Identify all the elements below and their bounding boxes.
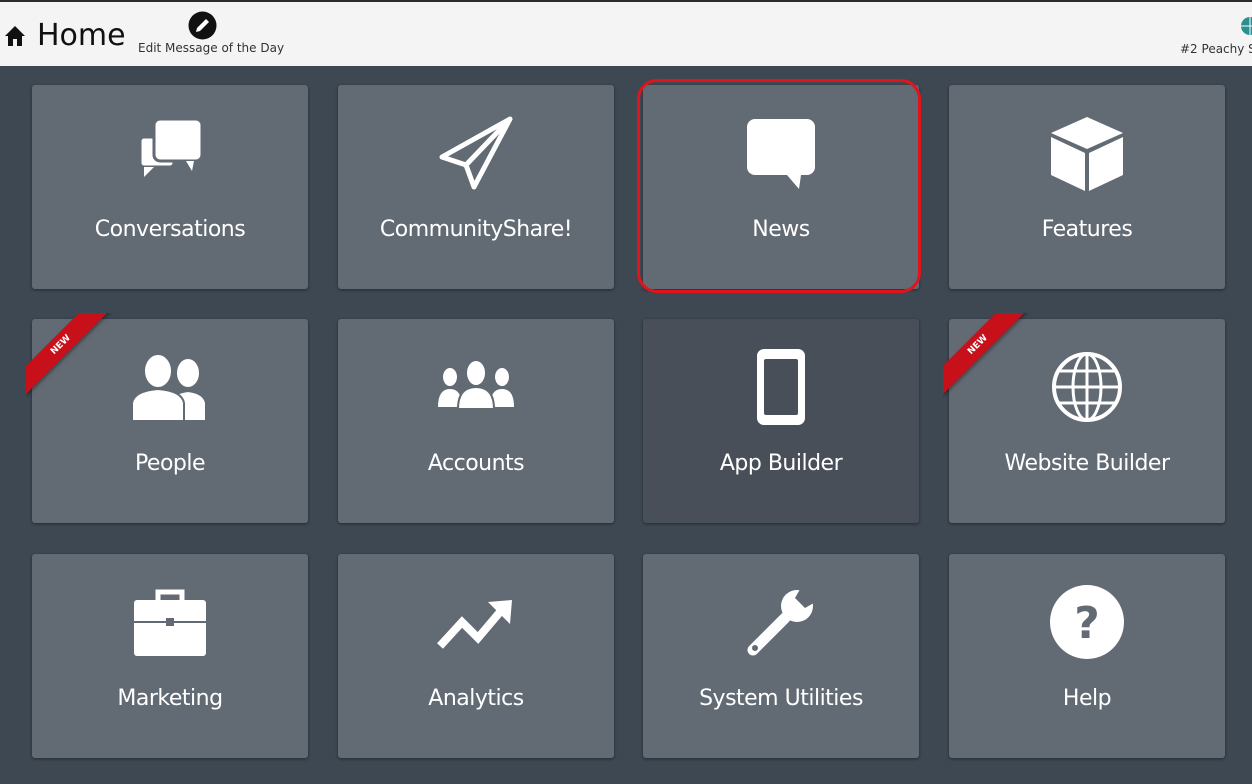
speech-bubble-icon (747, 119, 815, 189)
tile-label: Help (1062, 686, 1112, 711)
chat-bubbles-icon (138, 117, 204, 177)
tile-people[interactable]: People (32, 319, 308, 523)
briefcase-icon (134, 589, 206, 656)
tile-label: Analytics (428, 686, 524, 711)
people-icon (131, 353, 207, 422)
tile-features[interactable]: Features (949, 85, 1225, 289)
tile-news[interactable]: News (643, 85, 919, 289)
tile-label: Features (1041, 217, 1133, 242)
paper-plane-icon (439, 116, 513, 190)
tablet-icon (757, 349, 805, 425)
tile-help[interactable]: ? Help (949, 554, 1225, 758)
tile-label: News (752, 217, 810, 242)
page-title: Home (37, 18, 126, 53)
globe-icon (1052, 352, 1122, 422)
edit-motd-label: Edit Message of the Day (138, 41, 285, 55)
tile-label: System Utilities (699, 686, 863, 711)
tile-analytics[interactable]: Analytics (338, 554, 614, 758)
tile-accounts[interactable]: Accounts (338, 319, 614, 523)
tile-communityshare[interactable]: CommunityShare! (338, 85, 614, 289)
tile-app-builder[interactable]: App Builder (643, 319, 919, 523)
site-globe-icon (1241, 17, 1252, 35)
tile-label: Accounts (427, 451, 525, 476)
tile-label: CommunityShare! (379, 217, 573, 242)
wrench-icon (747, 584, 819, 656)
tile-label: Marketing (117, 686, 223, 711)
edit-motd-button[interactable]: Edit Message of the Day (136, 9, 284, 61)
home-icon[interactable] (4, 24, 26, 48)
group-icon (438, 359, 514, 410)
tile-marketing[interactable]: Marketing (32, 554, 308, 758)
site-name[interactable]: #2 Peachy Su (1180, 42, 1252, 56)
question-icon: ? (1050, 585, 1124, 659)
tile-website-builder[interactable]: Website Builder (949, 319, 1225, 523)
tile-label: People (134, 451, 206, 476)
tile-label: Website Builder (1004, 451, 1171, 476)
top-bar: Home Edit Message of the Day #2 Peachy S… (0, 0, 1252, 66)
svg-text:?: ? (1074, 598, 1100, 649)
pencil-icon (188, 11, 217, 40)
cube-icon (1051, 117, 1123, 191)
tile-conversations[interactable]: Conversations (32, 85, 308, 289)
tile-system-utilities[interactable]: System Utilities (643, 554, 919, 758)
trend-up-icon (437, 600, 512, 649)
tile-label: App Builder (719, 451, 843, 476)
tile-label: Conversations (94, 217, 246, 242)
